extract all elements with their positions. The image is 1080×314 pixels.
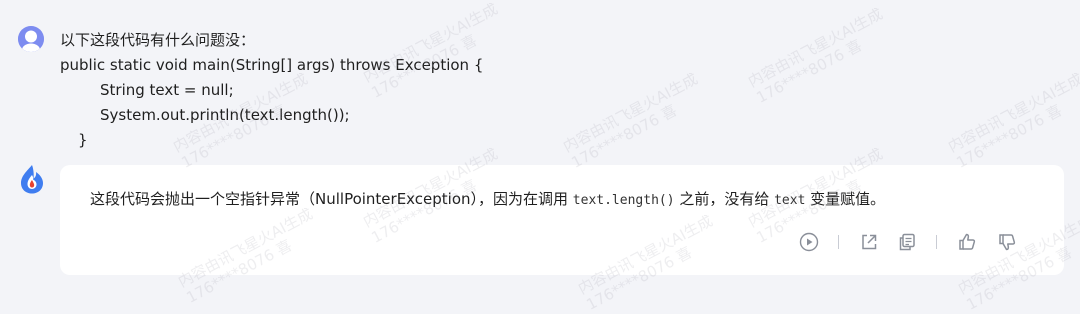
user-message-text: 以下这段代码有什么问题没： public static void main(St…	[60, 28, 660, 153]
user-message-line: String text = null;	[100, 81, 234, 99]
copy-icon[interactable]	[896, 231, 918, 253]
thumbs-up-icon[interactable]	[956, 231, 978, 253]
reply-text-segment: 这段代码会抛出一个空指针异常（NullPointerException），因为在…	[90, 190, 573, 208]
reply-actions-bar	[60, 231, 1064, 255]
assistant-reply-card: 这段代码会抛出一个空指针异常（NullPointerException），因为在…	[60, 165, 1064, 275]
watermark: 内容由讯飞星火AI生成176****8076 喜	[945, 69, 1080, 172]
user-avatar-icon	[18, 26, 44, 52]
play-icon[interactable]	[798, 231, 820, 253]
user-message-line: public static void main(String[] args) t…	[60, 56, 484, 74]
reply-text-segment: 之前，没有给	[674, 190, 775, 208]
share-icon[interactable]	[858, 231, 880, 253]
watermark: 内容由讯飞星火AI生成176****8076 喜	[745, 4, 886, 107]
user-message-line: }	[78, 131, 88, 149]
action-divider	[936, 235, 937, 249]
user-message-line: 以下这段代码有什么问题没：	[60, 31, 256, 49]
user-message-line: System.out.println(text.length());	[100, 106, 350, 124]
reply-inline-code: text	[774, 193, 806, 208]
spark-logo-icon	[18, 163, 46, 195]
reply-inline-code: text.length()	[572, 193, 675, 208]
thumbs-down-icon[interactable]	[996, 231, 1018, 253]
action-divider	[838, 235, 839, 249]
reply-text-segment: 变量赋值。	[805, 190, 886, 208]
assistant-reply-text: 这段代码会抛出一个空指针异常（NullPointerException），因为在…	[90, 187, 885, 213]
